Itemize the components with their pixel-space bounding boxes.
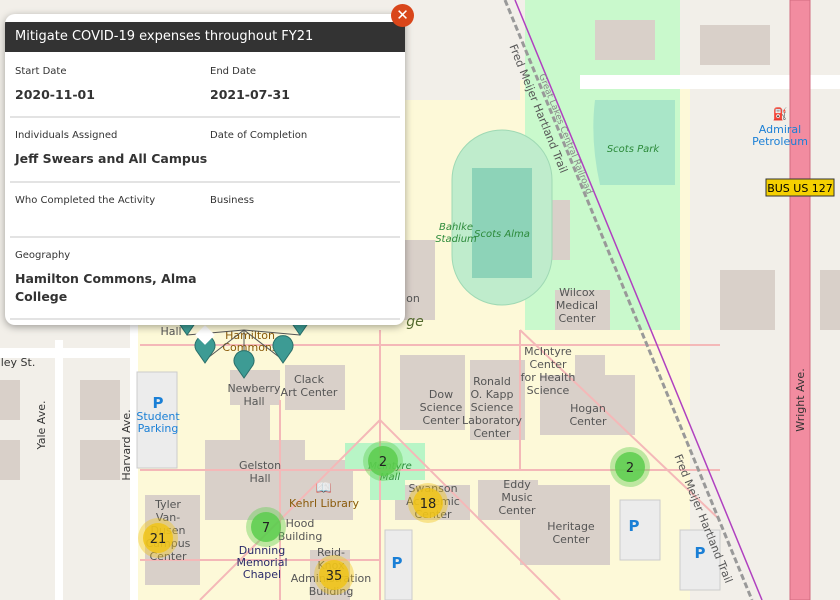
fuel-icon: ⛽ [773, 107, 788, 121]
field-value-end-date: 2021-07-31 [210, 87, 290, 102]
field-label-geography: Geography [15, 250, 71, 261]
cluster-count: 2 [626, 461, 634, 476]
label-ley-st: ley St. [1, 356, 36, 369]
label-heritage-1: Heritage [547, 520, 595, 533]
cluster-count: 2 [379, 455, 387, 470]
label-clack-2: Art Center [281, 386, 338, 399]
yale-ave [55, 340, 63, 600]
cluster-count: 35 [326, 569, 343, 584]
cluster-marker[interactable]: 2 [610, 447, 650, 487]
cluster-count: 21 [150, 532, 167, 547]
divider [10, 181, 400, 183]
parking-icon: P [392, 554, 403, 572]
label-tyler-1: Tyler [154, 498, 181, 511]
field-label-end-date: End Date [210, 66, 257, 77]
label-mcintyre-2: Center [529, 358, 567, 371]
label-kapp-5: Center [473, 427, 511, 440]
field-value-individuals: Jeff Swears and All Campus [15, 151, 208, 166]
parking-lot-3 [619, 499, 661, 561]
label-newberry-1: Newberry [227, 382, 281, 395]
divider [10, 236, 400, 238]
label-hogan-2: Center [569, 415, 607, 428]
label-dunning-3: Chapel [243, 568, 281, 581]
divider [10, 116, 400, 118]
label-dow-2: Science [420, 401, 463, 414]
label-bahlke: Bahlke [439, 222, 473, 233]
label-heritage-2: Center [552, 533, 590, 546]
close-icon[interactable]: ✕ [391, 4, 414, 27]
label-kapp-3: Science [471, 401, 514, 414]
label-harvard-ave: Harvard Ave. [120, 409, 133, 480]
label-petroleum: Petroleum [752, 135, 808, 148]
field-label-business: Business [210, 195, 255, 206]
cluster-marker[interactable]: 7 [246, 507, 286, 547]
cluster-marker[interactable]: 21 [138, 518, 178, 558]
field-label-start-date: Start Date [15, 66, 67, 77]
label-hall: Hall [160, 325, 181, 338]
label-yale-ave: Yale Ave. [35, 401, 48, 451]
label-stadium: Stadium [435, 234, 477, 245]
popup-title: Mitigate COVID-19 expenses throughout FY… [5, 22, 405, 52]
label-bus-us127: BUS US 127 [767, 182, 833, 195]
scots-park-pond [593, 100, 675, 185]
label-wilcox-3: Center [558, 312, 596, 325]
label-eddy-1: Eddy [503, 478, 531, 491]
parking-icon: P [629, 517, 640, 535]
label-eddy-3: Center [498, 504, 536, 517]
cluster-marker[interactable]: 18 [408, 483, 448, 523]
label-dow-1: Dow [429, 388, 453, 401]
label-mcintyre-4: Science [527, 384, 570, 397]
label-ge: ge [406, 314, 424, 330]
label-hood-1: Hood [286, 517, 315, 530]
wright-ave-road [789, 0, 811, 600]
label-kapp-1: Ronald [473, 375, 511, 388]
label-clack-1: Clack [294, 373, 325, 386]
feature-popup: Mitigate COVID-19 expenses throughout FY… [5, 14, 405, 325]
cluster-marker[interactable]: 2 [363, 441, 403, 481]
label-kapp-2: O. Kapp [471, 388, 514, 401]
label-eddy-2: Music [501, 491, 532, 504]
label-gelston-1: Gelston [239, 459, 281, 472]
field-value-start-date: 2020-11-01 [15, 87, 95, 102]
label-newberry-2: Hall [243, 395, 264, 408]
field-label-date-completion: Date of Completion [210, 130, 308, 141]
parking-icon: P [695, 544, 706, 562]
label-hogan-1: Hogan [570, 402, 606, 415]
stadium-field [472, 168, 532, 278]
divider [10, 318, 400, 320]
label-kapp-4: Laboratory [462, 414, 522, 427]
label-kehrl-library: Kehrl Library [289, 497, 359, 510]
cluster-count: 18 [420, 497, 437, 512]
label-gelston-2: Hall [249, 472, 270, 485]
label-scots-park: Scots Park [607, 144, 661, 155]
label-on: on [406, 292, 420, 305]
label-scots-alma: Scots Alma [474, 229, 530, 240]
field-value-geography: Hamilton Commons, Alma College [15, 271, 197, 304]
label-wright-ave: Wright Ave. [794, 368, 807, 431]
label-dow-3: Center [422, 414, 460, 427]
field-label-who-completed: Who Completed the Activity [15, 195, 156, 206]
cluster-marker[interactable]: 35 [314, 555, 354, 595]
label-wilcox-1: Wilcox [559, 286, 595, 299]
library-icon: 📖 [316, 481, 332, 496]
cluster-count: 7 [262, 521, 270, 536]
label-wilcox-2: Medical [556, 299, 598, 312]
label-mcintyre-1: McIntyre [524, 345, 572, 358]
field-label-individuals: Individuals Assigned [15, 130, 118, 141]
label-mcintyre-3: for Health [521, 371, 576, 384]
label-student-parking-2: Parking [138, 422, 179, 435]
